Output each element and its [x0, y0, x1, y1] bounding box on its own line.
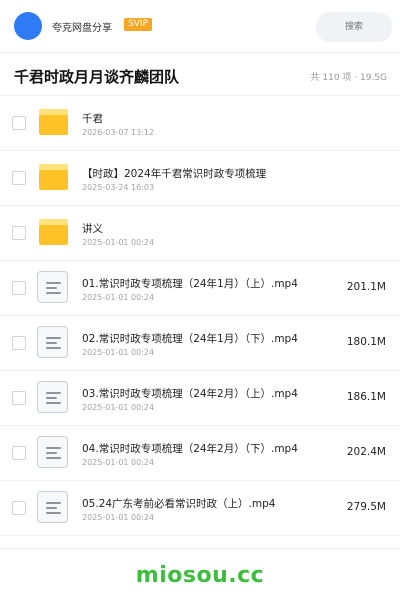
item-name[interactable]: 讲义 — [82, 221, 103, 236]
list-item[interactable]: 讲义 2025-01-01 00:24 — [0, 206, 400, 261]
list-item[interactable]: 【时政】2024年千君常识时政专项梳理 2025-03-24 16:03 — [0, 151, 400, 206]
item-count-summary: 共 110 项 · 19.5G — [310, 73, 388, 83]
item-name[interactable]: 02.常识时政专项梳理（24年1月）（下）.mp4 — [82, 331, 298, 346]
video-file-icon — [37, 381, 68, 413]
item-name[interactable]: 03.常识时政专项梳理（24年2月）（上）.mp4 — [82, 386, 298, 401]
item-date: 2025-01-01 00:24 — [82, 513, 155, 522]
item-size: 186.1M — [346, 391, 386, 403]
item-name[interactable]: 04.常识时政专项梳理（24年2月）（下）.mp4 — [82, 441, 298, 456]
folder-icon — [39, 219, 68, 245]
select-checkbox[interactable] — [12, 226, 26, 240]
share-owner-name: 夸克网盘分享 — [52, 23, 112, 34]
list-item[interactable]: 03.常识时政专项梳理（24年2月）（上）.mp4 2025-01-01 00:2… — [0, 371, 400, 426]
item-size: 279.5M — [346, 501, 386, 513]
divider — [0, 548, 400, 549]
select-checkbox[interactable] — [12, 446, 26, 460]
search-input[interactable] — [316, 12, 392, 42]
list-item[interactable]: 01.常识时政专项梳理（24年1月）（上）.mp4 2025-01-01 00:2… — [0, 261, 400, 316]
video-file-icon — [37, 326, 68, 358]
page-title: 千君时政月月谈齐麟团队 — [14, 68, 180, 86]
item-date: 2025-01-01 00:24 — [82, 293, 155, 302]
select-checkbox[interactable] — [12, 171, 26, 185]
file-list: 千君 2026-03-07 13:12 【时政】2024年千君常识时政专项梳理 202… — [0, 96, 400, 536]
item-date: 2026-03-07 13:12 — [82, 128, 155, 137]
app-header: 夸克网盘分享 SVIP — [0, 0, 400, 53]
item-name[interactable]: 05.24广东考前必看常识时政（上）.mp4 — [82, 496, 275, 511]
item-name[interactable]: 01.常识时政专项梳理（24年1月）（上）.mp4 — [82, 276, 298, 291]
item-size: 202.4M — [346, 446, 386, 458]
video-file-icon — [37, 436, 68, 468]
item-date: 2025-01-01 00:24 — [82, 348, 155, 357]
select-checkbox[interactable] — [12, 116, 26, 130]
select-checkbox[interactable] — [12, 281, 26, 295]
item-date: 2025-01-01 00:24 — [82, 403, 155, 412]
svip-badge: SVIP — [124, 18, 152, 31]
folder-icon — [39, 164, 68, 190]
item-date: 2025-03-24 16:03 — [82, 183, 155, 192]
avatar[interactable] — [14, 12, 42, 40]
select-checkbox[interactable] — [12, 501, 26, 515]
item-size: 201.1M — [346, 281, 386, 293]
list-item[interactable]: 千君 2026-03-07 13:12 — [0, 96, 400, 151]
folder-title-bar: 千君时政月月谈齐麟团队 共 110 项 · 19.5G — [0, 53, 400, 96]
item-date: 2025-01-01 00:24 — [82, 238, 155, 247]
item-name[interactable]: 千君 — [82, 111, 103, 126]
list-item[interactable]: 05.24广东考前必看常识时政（上）.mp4 2025-01-01 00:24 27… — [0, 481, 400, 536]
video-file-icon — [37, 491, 68, 523]
list-item[interactable]: 04.常识时政专项梳理（24年2月）（下）.mp4 2025-01-01 00:2… — [0, 426, 400, 481]
item-date: 2025-01-01 00:24 — [82, 458, 155, 467]
select-checkbox[interactable] — [12, 336, 26, 350]
video-file-icon — [37, 271, 68, 303]
folder-icon — [39, 109, 68, 135]
list-item[interactable]: 02.常识时政专项梳理（24年1月）（下）.mp4 2025-01-01 00:2… — [0, 316, 400, 371]
item-name[interactable]: 【时政】2024年千君常识时政专项梳理 — [82, 166, 266, 181]
item-size: 180.1M — [346, 336, 386, 348]
watermark: miosou.cc — [135, 563, 265, 588]
select-checkbox[interactable] — [12, 391, 26, 405]
